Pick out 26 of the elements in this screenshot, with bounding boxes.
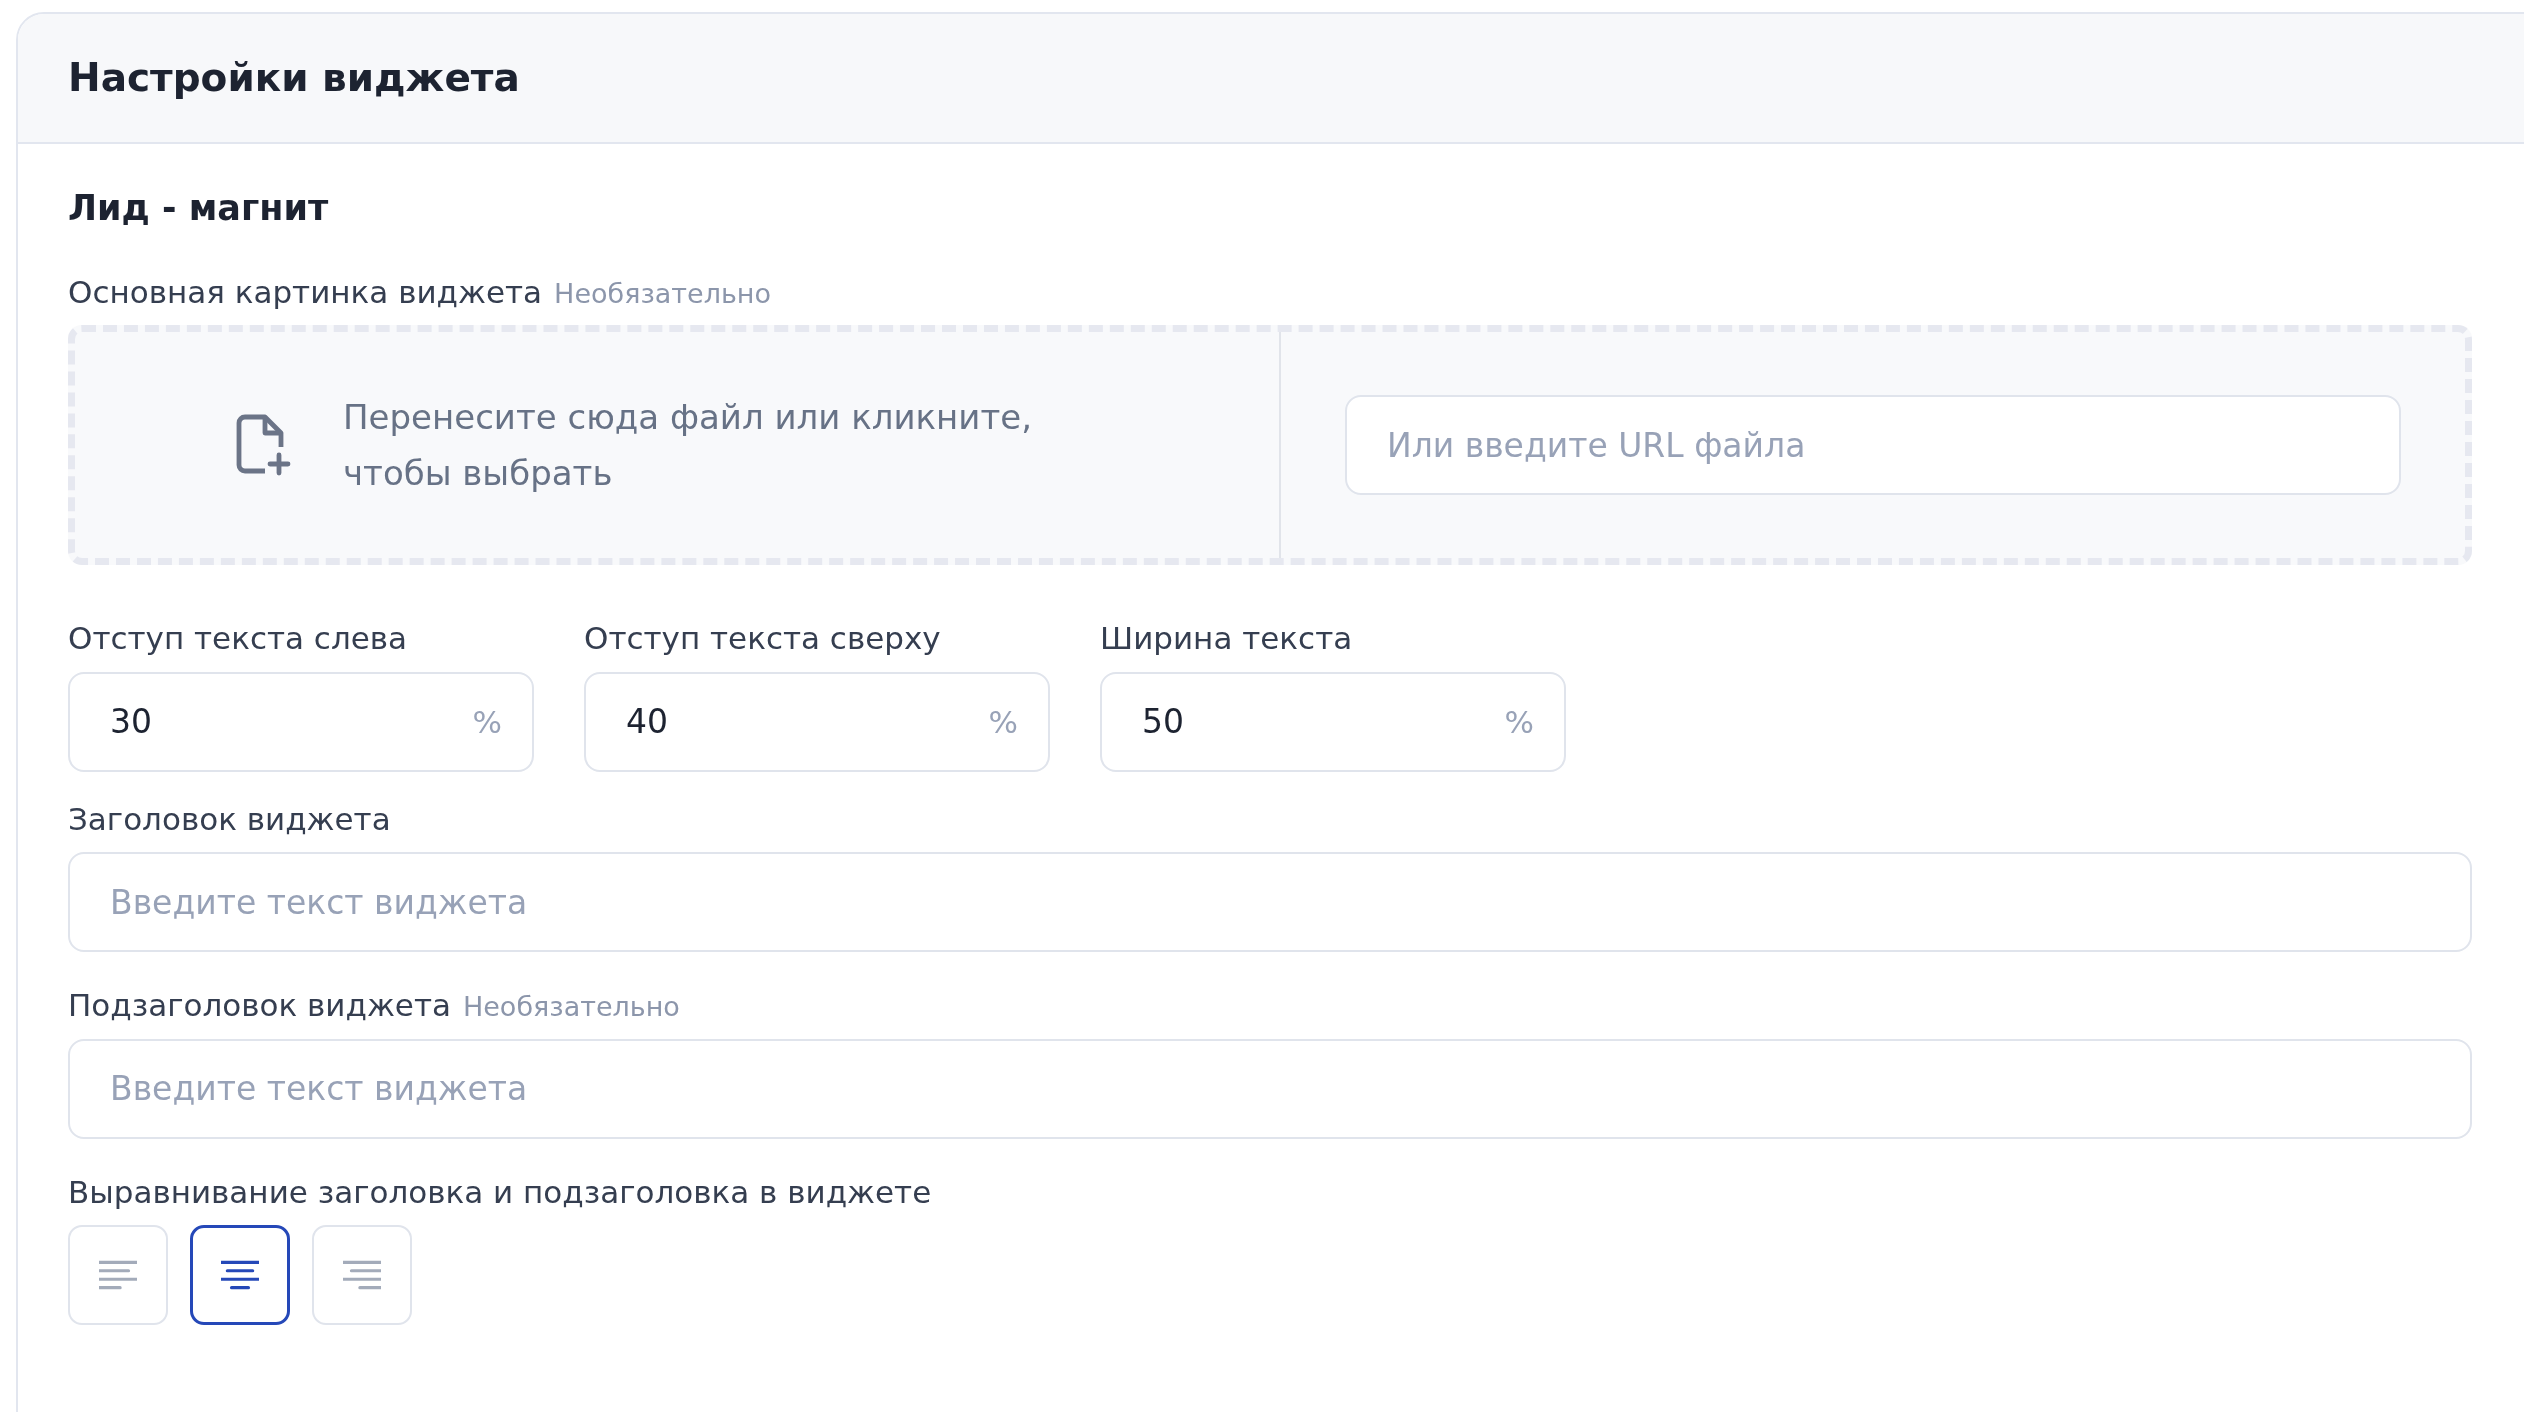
url-input-field[interactable]: Или введите URL файла [1345,395,2401,495]
align-left-icon [99,1260,137,1290]
field-label: Заголовок виджета [68,799,391,839]
section-title: Лид - магнит [68,187,330,230]
file-plus-icon [235,413,291,477]
unit-label: % [988,702,1018,742]
field-label: Подзаголовок виджета [68,986,451,1025]
optional-hint: Необязательно [554,276,771,311]
drop-zone[interactable]: Перенесите сюда файл или кликните, чтобы выбрать Или введите URL файла [68,325,2472,565]
text-input-field[interactable]: Введите текст виджета [68,852,2472,952]
field-label: Основная картинка виджета [68,272,543,312]
unit-label: % [472,702,502,742]
panel-title: Настройки виджета [68,53,520,102]
field-label: Ширина текста [1100,619,1353,658]
align-center-button[interactable] [190,1225,290,1325]
drop-instruction: Перенесите сюда файл или кликните, чтобы выбрать [343,395,1033,495]
align-center-icon [221,1260,259,1290]
field-label: Отступ текста слева [68,619,408,658]
field-label: Выравнивание заголовка и подзаголовка в виджете [68,1172,932,1212]
align-left-button[interactable] [68,1225,168,1325]
align-right-icon [343,1260,381,1290]
align-right-button[interactable] [312,1225,412,1325]
text-input-field[interactable]: Введите текст виджета [68,1038,2472,1139]
optional-hint: Необязательно [462,990,680,1024]
field-label: Отступ текста сверху [584,619,941,658]
unit-label: % [1504,702,1534,742]
